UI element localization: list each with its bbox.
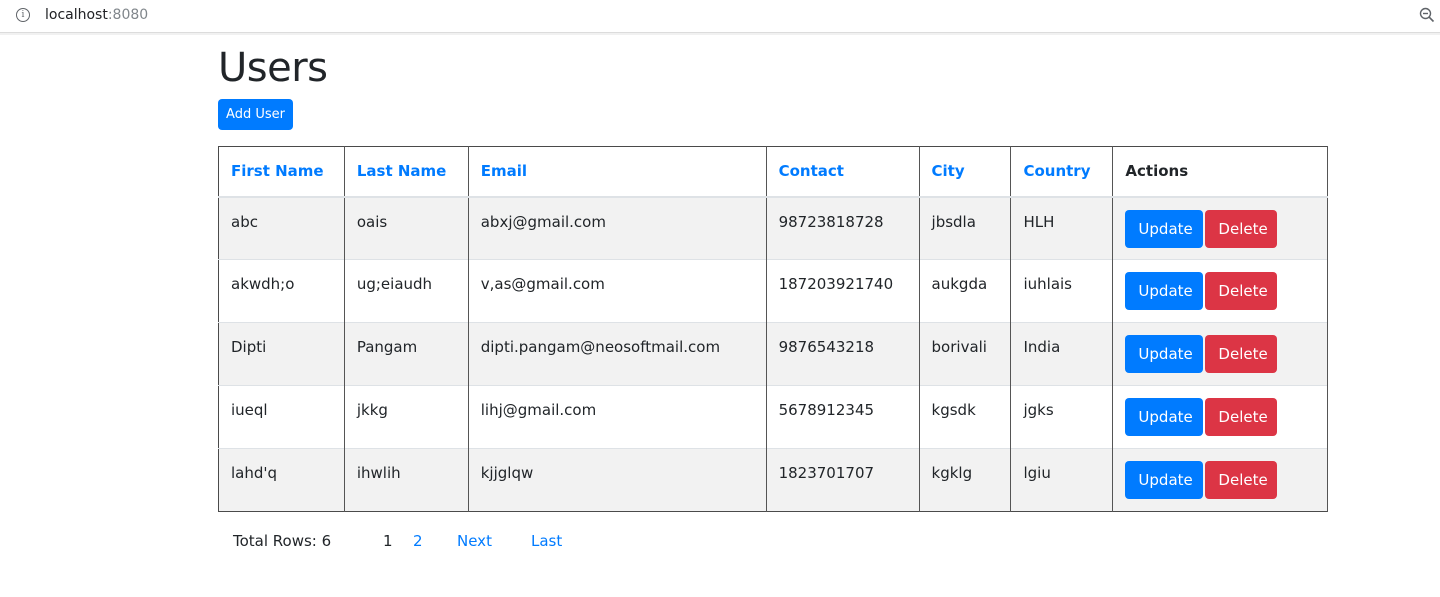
cell-first-name: lahd'q [218,448,345,512]
table-row: lahd'q ihwlih kjjglqw 1823701707 kgklg l… [218,448,1328,512]
next-page-link[interactable]: Next [457,531,492,551]
cell-city: kgklg [919,448,1012,512]
cell-first-name: Dipti [218,322,345,386]
zoom-out-icon[interactable] [1419,7,1435,23]
cell-actions: Update Delete [1112,448,1328,512]
cell-last-name: Pangam [344,322,469,386]
cell-city: kgsdk [919,385,1012,449]
cell-country: HLH [1010,196,1114,260]
cell-city: borivali [919,322,1012,386]
header-last-name[interactable]: Last Name [344,146,469,198]
cell-actions: Update Delete [1112,322,1328,386]
delete-button[interactable]: Delete [1205,398,1278,436]
total-rows-label: Total Rows: 6 [233,532,332,550]
header-first-name[interactable]: First Name [218,146,345,198]
table-row: iueql jkkg lihj@gmail.com 5678912345 kgs… [218,385,1328,449]
last-page-link[interactable]: Last [531,531,562,551]
table-row: akwdh;o ug;eiaudh v,as@gmail.com 1872039… [218,259,1328,323]
cell-actions: Update Delete [1112,385,1328,449]
cell-last-name: oais [344,196,469,260]
cell-city: aukgda [919,259,1012,323]
cell-country: jgks [1010,385,1114,449]
delete-button[interactable]: Delete [1205,335,1278,373]
header-actions: Actions [1112,146,1328,198]
cell-contact: 5678912345 [766,385,920,449]
cell-last-name: ihwlih [344,448,469,512]
cell-first-name: abc [218,196,345,260]
header-contact[interactable]: Contact [766,146,920,198]
update-button[interactable]: Update [1125,209,1204,248]
cell-email: kjjglqw [468,448,767,512]
cell-first-name: akwdh;o [218,259,345,323]
table-header-row: First Name Last Name Email Contact City … [218,146,1328,198]
url-port: :8080 [107,7,149,23]
cell-email: v,as@gmail.com [468,259,767,323]
info-icon[interactable]: i [16,8,30,22]
page-link-2[interactable]: 2 [413,531,423,551]
cell-last-name: jkkg [344,385,469,449]
table-row: Dipti Pangam dipti.pangam@neosoftmail.co… [218,322,1328,386]
add-user-button[interactable]: Add User [218,99,293,130]
cell-last-name: ug;eiaudh [344,259,469,323]
cell-city: jbsdla [919,196,1012,260]
cell-actions: Update Delete [1112,196,1328,260]
delete-button[interactable]: Delete [1205,209,1278,248]
cell-contact: 9876543218 [766,322,920,386]
cell-contact: 1823701707 [766,448,920,512]
users-table: First Name Last Name Email Contact City … [218,146,1328,512]
cell-contact: 98723818728 [766,196,920,260]
table-row: abc oais abxj@gmail.com 98723818728 jbsd… [218,196,1328,260]
cell-actions: Update Delete [1112,259,1328,323]
cell-email: lihj@gmail.com [468,385,767,449]
header-email[interactable]: Email [468,146,767,198]
page-link-1[interactable]: 1 [383,531,393,551]
update-button[interactable]: Update [1125,335,1204,373]
cell-email: abxj@gmail.com [468,196,767,260]
url-host: localhost [45,7,108,23]
cell-first-name: iueql [218,385,345,449]
page-title: Users [218,45,328,91]
cell-country: iuhlais [1010,259,1114,323]
cell-country: lgiu [1010,448,1114,512]
delete-button[interactable]: Delete [1205,461,1278,499]
cell-email: dipti.pangam@neosoftmail.com [468,322,767,386]
pagination-bar: Total Rows: 6 1 2 Next Last [0,531,1440,551]
header-city[interactable]: City [919,146,1012,198]
update-button[interactable]: Update [1125,398,1204,436]
update-button[interactable]: Update [1125,461,1204,499]
update-button[interactable]: Update [1125,272,1204,310]
cell-country: India [1010,322,1114,386]
url-field[interactable]: localhost:8080 [45,6,148,24]
header-country[interactable]: Country [1010,146,1114,198]
cell-contact: 187203921740 [766,259,920,323]
browser-address-bar: i localhost:8080 [0,0,1440,35]
delete-button[interactable]: Delete [1205,272,1278,310]
